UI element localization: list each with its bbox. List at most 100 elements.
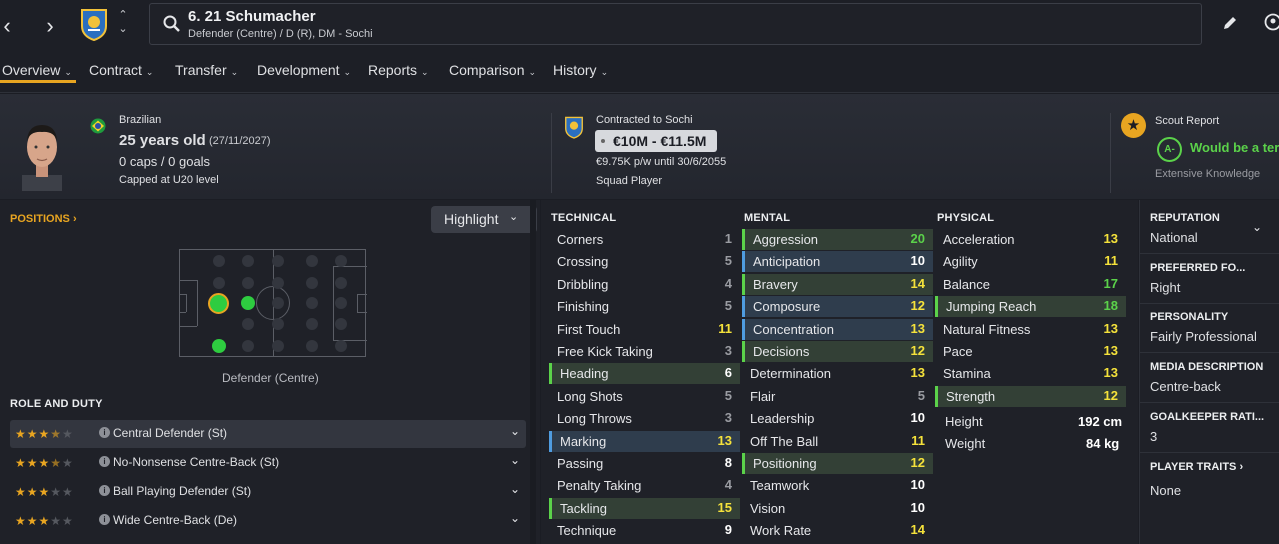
attribute-name: Flair [750, 388, 776, 404]
back-arrow-icon[interactable]: ‹ [0, 13, 17, 39]
chevron-down-icon[interactable]: ⌄ [510, 482, 520, 496]
attribute-value: 4 [724, 275, 732, 291]
chevron-down-icon: ⌄ [230, 67, 239, 77]
attribute-row[interactable]: Off The Ball 11 [742, 431, 933, 452]
attribute-name: Bravery [753, 276, 798, 292]
attribute-row[interactable]: Stamina 13 [935, 363, 1126, 384]
attribute-row[interactable]: Agility 11 [935, 251, 1126, 272]
club-badge[interactable] [78, 6, 110, 42]
height-label: Height [945, 414, 983, 429]
tab-reports[interactable]: Reports ⌄ [368, 62, 429, 78]
attribute-row[interactable]: Marking 13 [549, 430, 740, 452]
physical-heading: PHYSICAL [937, 212, 995, 224]
info-icon[interactable]: i [99, 514, 110, 525]
info-panel: REPUTATION National ⌄ PREFERRED FO... Ri… [1139, 200, 1279, 544]
attribute-row[interactable]: Positioning 12 [742, 453, 933, 474]
tab-contract[interactable]: Contract ⌄ [89, 62, 153, 78]
attribute-value: 3 [724, 343, 732, 358]
attribute-row[interactable]: Leadership 10 [742, 408, 933, 429]
scout-report-title[interactable]: Scout Report [1155, 115, 1219, 127]
info-icon[interactable]: i [99, 456, 110, 467]
edit-icon[interactable] [1222, 15, 1238, 31]
role-name: Wide Centre-Back (De) [113, 513, 238, 527]
tab-development[interactable]: Development ⌄ [257, 62, 351, 78]
personality-value: Fairly Professional [1150, 329, 1257, 344]
football-icon[interactable] [1264, 13, 1279, 31]
attribute-row[interactable]: Work Rate 14 [742, 520, 933, 541]
search-icon [163, 15, 180, 32]
brazil-flag-icon [90, 118, 106, 134]
tab-comparison[interactable]: Comparison ⌄ [449, 62, 536, 78]
attribute-row[interactable]: Teamwork 10 [742, 475, 933, 496]
attribute-row[interactable]: Acceleration 13 [935, 229, 1126, 250]
player-traits-label[interactable]: PLAYER TRAITS › [1150, 461, 1243, 473]
role-row[interactable]: ★★★★★ i No-Nonsense Centre-Back (St) ⌄ [10, 449, 526, 477]
role-row[interactable]: ★★★★★ i Wide Centre-Back (De) ⌄ [10, 507, 526, 535]
attribute-row[interactable]: Anticipation 10 [742, 251, 933, 273]
highlight-dropdown[interactable]: Highlight ⌄ [431, 206, 537, 233]
attribute-name: Crossing [557, 254, 609, 270]
chevron-down-icon[interactable]: ⌄ [510, 424, 520, 438]
player-name: 6. 21 Schumacher [188, 8, 316, 25]
attribute-value: 20 [910, 231, 925, 246]
preferred-foot-value: Right [1150, 280, 1181, 295]
chevron-down-icon[interactable]: ⌄ [510, 511, 520, 525]
attribute-row[interactable]: Strength 12 [935, 385, 1126, 407]
tab-history[interactable]: History ⌄ [553, 62, 608, 78]
attribute-name: Determination [750, 366, 831, 382]
tab-overview[interactable]: Overview ⌄ [2, 62, 72, 78]
attribute-row[interactable]: Vision 10 [742, 498, 933, 519]
info-icon[interactable]: i [99, 485, 110, 496]
attribute-row[interactable]: First Touch 11 [549, 319, 740, 340]
attribute-row[interactable]: Passing 8 [549, 453, 740, 474]
attribute-row[interactable]: Composure 12 [742, 296, 933, 318]
attribute-row[interactable]: Technique 9 [549, 520, 740, 541]
player-age: 25 years old [119, 132, 206, 149]
attribute-row[interactable]: Flair 5 [742, 386, 933, 407]
chevron-down-icon[interactable]: ⌄ [1252, 220, 1262, 234]
attribute-row[interactable]: Balance 17 [935, 274, 1126, 295]
nationality: Brazilian [119, 114, 162, 126]
attribute-row[interactable]: Bravery 14 [742, 273, 933, 295]
attribute-row[interactable]: Aggression 20 [742, 229, 933, 250]
top-bar: ‹ › ⌃ ⌄ 6. 21 Schumacher Defender (Centre… [0, 0, 1279, 50]
attribute-row[interactable]: Crossing 5 [549, 251, 740, 272]
attribute-row[interactable]: Tackling 15 [549, 497, 740, 519]
chevron-down-icon: ⌄ [509, 211, 519, 223]
attribute-row[interactable]: Natural Fitness 13 [935, 319, 1126, 340]
role-row[interactable]: ★★★★★ i Ball Playing Defender (St) ⌄ [10, 478, 526, 506]
chevron-down-icon[interactable]: ⌄ [510, 453, 520, 467]
scrollbar[interactable] [530, 200, 536, 544]
attribute-value: 5 [724, 253, 732, 269]
attribute-row[interactable]: Heading 6 [549, 363, 740, 385]
info-icon[interactable]: i [99, 427, 110, 438]
attribute-row[interactable]: Long Throws 3 [549, 408, 740, 429]
attribute-row[interactable]: Finishing 5 [549, 296, 740, 317]
positions-heading[interactable]: POSITIONS › [10, 213, 77, 225]
attribute-row[interactable]: Long Shots 5 [549, 386, 740, 407]
contract-status: Contracted to Sochi [596, 114, 693, 126]
scout-knowledge: Extensive Knowledge [1155, 168, 1261, 180]
attribute-row[interactable]: Determination 13 [742, 363, 933, 384]
role-duty-heading: ROLE AND DUTY [10, 398, 103, 410]
attribute-row[interactable]: Concentration 13 [742, 318, 933, 340]
attribute-row[interactable]: Free Kick Taking 3 [549, 341, 740, 362]
tab-transfer[interactable]: Transfer ⌄ [175, 62, 238, 78]
transfer-value-pill[interactable]: €10M - €11.5M [595, 130, 717, 152]
caps-goals: 0 caps / 0 goals [119, 154, 211, 169]
player-search-box[interactable]: 6. 21 Schumacher Defender (Centre) / D (… [149, 3, 1202, 45]
attribute-row[interactable]: Decisions 12 [742, 341, 933, 362]
attribute-row[interactable]: Dribbling 4 [549, 274, 740, 295]
chevron-down-icon: ⌄ [600, 67, 609, 77]
forward-arrow-icon[interactable]: › [40, 13, 60, 39]
player-switch-icon[interactable]: ⌃ ⌄ [116, 8, 130, 36]
attribute-row[interactable]: Corners 1 [549, 229, 740, 250]
goalkeeper-rating-value: 3 [1150, 429, 1158, 444]
role-row[interactable]: ★★★★★ i Central Defender (St) ⌄ [10, 420, 526, 448]
attribute-value: 12 [910, 343, 925, 358]
attribute-row[interactable]: Pace 13 [935, 341, 1126, 362]
attribute-value: 6 [724, 365, 732, 381]
role-rating-stars: ★★★★★ [15, 456, 74, 470]
attribute-row[interactable]: Jumping Reach 18 [935, 296, 1126, 318]
attribute-row[interactable]: Penalty Taking 4 [549, 475, 740, 496]
